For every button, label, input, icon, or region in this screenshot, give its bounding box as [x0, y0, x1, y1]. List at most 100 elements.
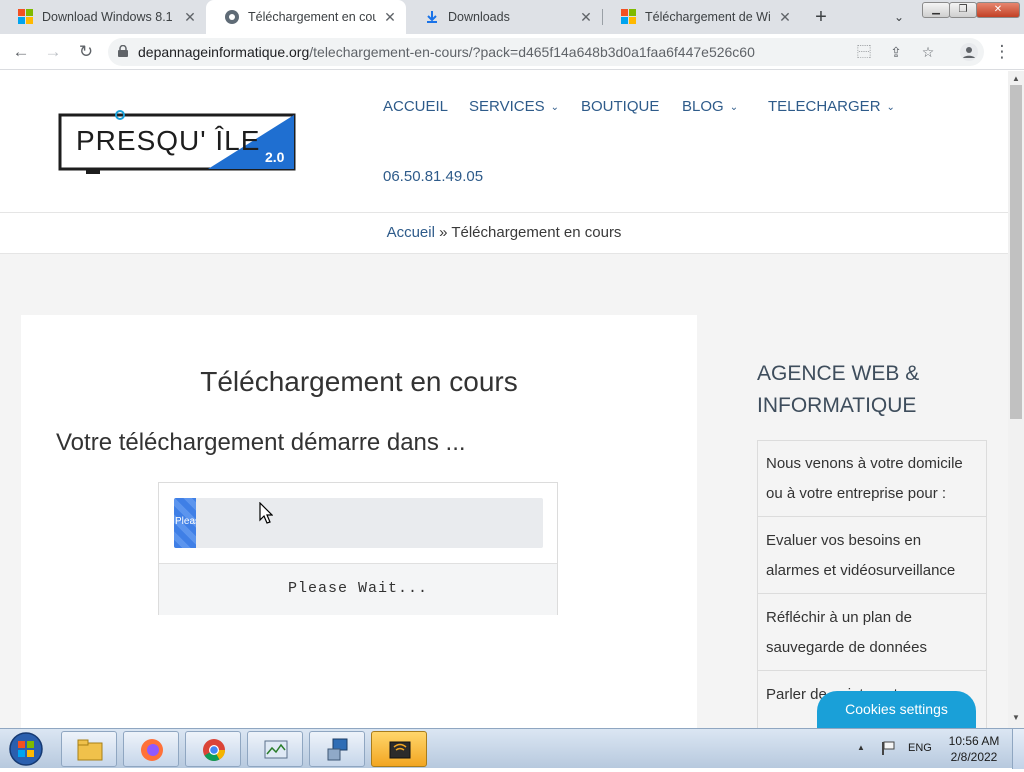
breadcrumb-bar: Accueil » Téléchargement en cours — [0, 212, 1008, 254]
sidebar-list-item: Réfléchir à un plan de sauvegarde de don… — [758, 603, 986, 671]
cookies-settings-button[interactable]: Cookies settings — [817, 691, 976, 731]
nav-label: SERVICES — [469, 98, 545, 115]
close-window-button[interactable]: ✕ — [976, 2, 1020, 18]
wait-panel: Please Wait... — [159, 563, 557, 615]
tab-title: Téléchargement de Windo — [645, 10, 771, 24]
translate-icon[interactable]: ⿱ — [854, 42, 874, 62]
nav-services[interactable]: SERVICES ⌄ — [469, 98, 559, 115]
url-text: depannageinformatique.org/telechargement… — [138, 44, 755, 60]
tab-title: Download Windows 8.1 I — [42, 10, 176, 24]
system-tray: ▲ ENG 10:56 AM 2/8/2022 — [852, 729, 1024, 769]
tab-title: Téléchargement en cours — [248, 10, 376, 24]
chevron-down-icon: ⌄ — [729, 102, 739, 113]
network-setup-icon — [327, 738, 348, 761]
download-countdown-text: Votre téléchargement démarre dans ... — [56, 429, 466, 456]
windows-logo-icon — [621, 9, 637, 25]
url-path: /telechargement-en-cours/?pack=d465f14a6… — [309, 44, 755, 60]
start-button[interactable] — [4, 731, 48, 767]
windows-logo-icon — [18, 9, 34, 25]
scroll-down-arrow-icon[interactable]: ▼ — [1012, 713, 1020, 722]
taskbar-network-setup[interactable] — [309, 731, 365, 767]
windows-taskbar: ▲ ENG 10:56 AM 2/8/2022 — [0, 728, 1024, 769]
tab-telechargement-windows[interactable]: Téléchargement de Windo ✕ — [603, 0, 801, 34]
progress-bar-label: Pleas — [175, 516, 196, 527]
tab-search-chevron-icon[interactable]: ⌄ — [887, 5, 911, 29]
browser-menu-icon[interactable]: ⋮ — [990, 40, 1014, 64]
nav-accueil[interactable]: ACCUEIL — [383, 98, 448, 115]
sidebar-title: AGENCE WEB & INFORMATIQUE — [757, 362, 920, 417]
main-content-card: Téléchargement en cours Votre télécharge… — [21, 315, 697, 728]
close-tab-icon[interactable]: ✕ — [578, 9, 594, 26]
close-tab-icon[interactable]: ✕ — [382, 9, 398, 26]
chrome-icon — [203, 739, 225, 761]
download-icon — [424, 9, 440, 25]
explorer-icon — [77, 739, 103, 761]
tab-telechargement-en-cours[interactable]: Téléchargement en cours ✕ — [206, 0, 406, 34]
bookmark-star-icon[interactable]: ☆ — [918, 42, 938, 62]
site-logo[interactable]: PRESQU' ÎLE 2.0 — [58, 109, 298, 175]
taskbar-task-manager[interactable] — [247, 731, 303, 767]
close-tab-icon[interactable]: ✕ — [777, 9, 793, 26]
web-page: PRESQU' ÎLE 2.0 ACCUEIL SERVICES ⌄ BOUTIQ… — [0, 71, 1008, 728]
please-wait-text: Please Wait... — [287, 580, 429, 597]
site-favicon-icon — [224, 9, 240, 25]
chevron-down-icon: ⌄ — [550, 102, 559, 113]
nav-blog[interactable]: BLOG ⌄ — [682, 98, 738, 115]
breadcrumb: Accueil » Téléchargement en cours — [0, 224, 1008, 241]
scroll-up-arrow-icon[interactable]: ▲ — [1012, 74, 1020, 83]
action-center-flag-icon[interactable] — [880, 740, 896, 756]
lock-icon — [118, 45, 128, 57]
new-tab-button[interactable]: + — [808, 5, 834, 29]
show-hidden-icons-icon[interactable]: ▲ — [857, 743, 865, 752]
url-domain: depannageinformatique.org — [138, 44, 310, 60]
sidebar-list-item: Evaluer vos besoins en alarmes et vidéos… — [758, 526, 986, 594]
phone-link[interactable]: 06.50.81.49.05 — [383, 168, 483, 185]
nav-label: ACCUEIL — [383, 98, 449, 115]
clock-time[interactable]: 10:56 AM — [942, 734, 1006, 748]
forward-arrow-icon[interactable]: → — [41, 40, 65, 64]
clock-date[interactable]: 2/8/2022 — [942, 750, 1006, 764]
back-arrow-icon[interactable]: ← — [9, 40, 33, 64]
profile-avatar-icon[interactable] — [957, 40, 981, 64]
remote-app-icon — [389, 741, 411, 759]
taskbar-explorer[interactable] — [61, 731, 117, 767]
nav-boutique[interactable]: BOUTIQUE — [581, 98, 659, 115]
logo-text: PRESQU' ÎLE — [76, 125, 261, 156]
tab-title: Downloads — [448, 10, 510, 24]
nav-label: BOUTIQUE — [581, 98, 660, 115]
share-icon[interactable]: ⇪ — [886, 42, 906, 62]
page-scrollbar[interactable]: ▲ ▼ — [1008, 71, 1024, 728]
address-bar[interactable]: depannageinformatique.org/telechargement… — [108, 38, 984, 66]
taskbar-firefox[interactable] — [123, 731, 179, 767]
mouse-cursor-icon — [259, 502, 273, 524]
chevron-down-icon: ⌄ — [886, 102, 895, 113]
tab-downloads[interactable]: Downloads ✕ — [406, 0, 602, 34]
logo-version: 2.0 — [265, 149, 285, 165]
progress-bar-fill: Pleas — [174, 498, 197, 548]
browser-tab-strip: Download Windows 8.1 I ✕ Téléchargement … — [0, 0, 1024, 34]
breadcrumb-home-link[interactable]: Accueil — [387, 224, 435, 241]
nav-label: TELECHARGER — [768, 98, 881, 115]
scrollbar-thumb[interactable] — [1010, 85, 1022, 419]
taskbar-remote-app[interactable] — [371, 731, 427, 767]
task-manager-icon — [264, 740, 288, 759]
page-title: Téléchargement en cours — [200, 366, 518, 397]
reload-icon[interactable]: ↻ — [74, 40, 98, 64]
tab-download-windows-8[interactable]: Download Windows 8.1 I ✕ — [0, 0, 206, 34]
nav-label: BLOG — [682, 98, 724, 115]
maximize-button[interactable]: ❐ — [949, 2, 977, 18]
sidebar-list-item: Nous venons à votre domicile ou à votre … — [758, 449, 986, 517]
browser-toolbar: ← → ↻ depannageinformatique.org/telechar… — [0, 34, 1024, 70]
sidebar-list: Nous venons à votre domicile ou à votre … — [757, 440, 987, 728]
nav-telecharger[interactable]: TELECHARGER ⌄ — [768, 98, 895, 115]
language-indicator[interactable]: ENG — [908, 742, 932, 754]
firefox-icon — [141, 739, 163, 761]
progress-bar: Pleas — [174, 498, 543, 548]
breadcrumb-current: Téléchargement en cours — [451, 224, 622, 241]
show-desktop-button[interactable] — [1012, 729, 1024, 769]
minimize-button[interactable]: ▁ — [922, 2, 950, 18]
taskbar-chrome[interactable] — [185, 731, 241, 767]
download-box: Pleas Please Wait... — [158, 482, 558, 615]
close-tab-icon[interactable]: ✕ — [182, 9, 198, 26]
breadcrumb-separator: » — [439, 224, 448, 241]
